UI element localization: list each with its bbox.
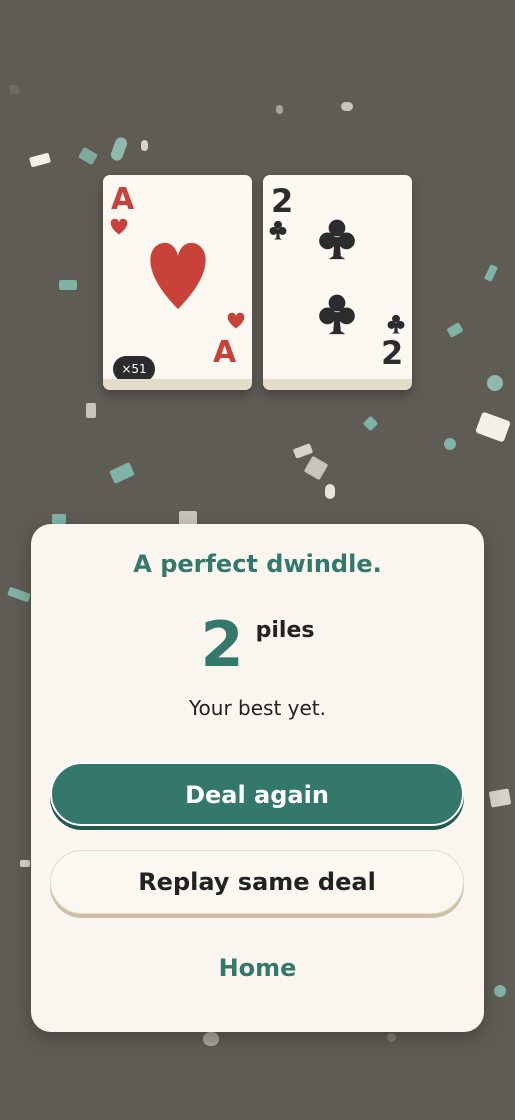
confetti-piece: [444, 438, 456, 450]
confetti-piece: [20, 860, 30, 867]
confetti-piece: [109, 462, 135, 484]
club-icon: [269, 220, 287, 240]
result-headline: A perfect dwindle.: [133, 550, 382, 578]
club-icon: [319, 219, 355, 260]
confetti-piece: [179, 511, 197, 525]
confetti-piece: [487, 375, 503, 391]
confetti-piece: [276, 105, 283, 114]
confetti-piece: [78, 146, 98, 166]
heart-icon: [150, 242, 206, 310]
heart-icon: [110, 218, 128, 235]
confetti-piece: [387, 1033, 396, 1042]
card-rank: 2: [271, 182, 294, 220]
score-unit: piles: [255, 618, 315, 643]
confetti-piece: [494, 985, 506, 997]
card-rank: A: [111, 182, 135, 217]
card-two-of-clubs[interactable]: 2 2: [263, 175, 412, 390]
confetti-piece: [59, 280, 77, 290]
personal-best-text: Your best yet.: [188, 696, 326, 720]
card-edge: [103, 379, 252, 390]
card-ace-of-hearts[interactable]: A A ×51: [103, 175, 252, 390]
card-edge: [263, 379, 412, 390]
club-icon: [319, 294, 355, 335]
score-value: 2: [200, 608, 244, 681]
confetti-piece: [109, 135, 129, 163]
confetti-piece: [10, 85, 19, 94]
confetti-piece: [303, 455, 329, 481]
replay-same-deal-button[interactable]: Replay same deal: [50, 850, 464, 914]
deal-again-button[interactable]: Deal again: [50, 762, 464, 826]
result-panel: A perfect dwindle. 2 piles Your best yet.…: [31, 524, 484, 1032]
confetti-piece: [475, 411, 511, 443]
confetti-piece: [203, 1032, 219, 1046]
confetti-piece: [483, 264, 499, 282]
heart-icon: [227, 312, 245, 329]
confetti-piece: [86, 403, 96, 418]
confetti-piece: [488, 788, 512, 808]
confetti-piece: [325, 484, 335, 499]
card-rank: A: [213, 335, 237, 370]
home-link[interactable]: Home: [31, 954, 484, 982]
club-icon: [387, 314, 405, 334]
confetti-piece: [7, 586, 31, 603]
confetti-piece: [29, 152, 51, 168]
confetti-piece: [141, 140, 148, 151]
confetti-piece: [362, 415, 379, 432]
score-display: 2 piles: [31, 610, 484, 680]
confetti-piece: [52, 514, 66, 524]
confetti-piece: [446, 322, 464, 338]
confetti-piece: [292, 443, 314, 459]
card-rank: 2: [381, 334, 404, 372]
confetti-piece: [341, 102, 353, 111]
